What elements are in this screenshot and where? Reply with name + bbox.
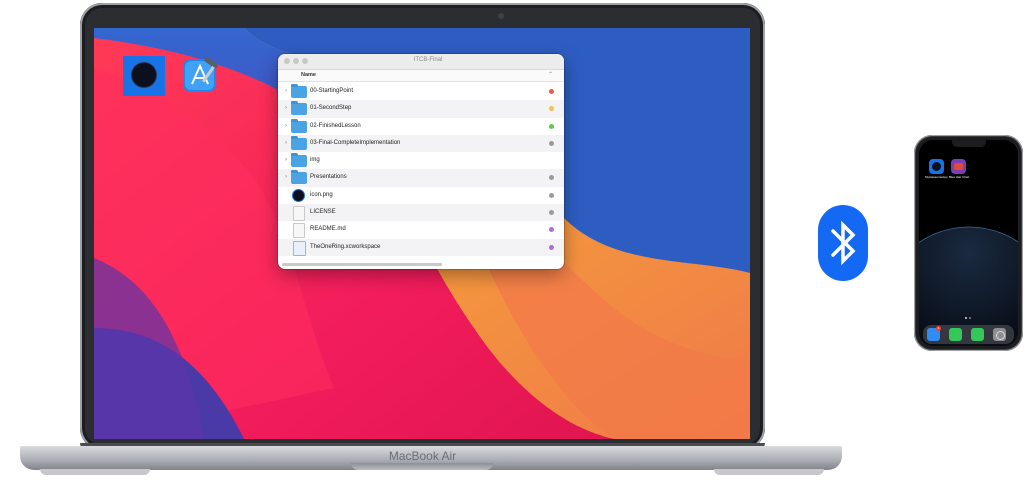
folder-icon: [291, 153, 307, 168]
tag-dot: [549, 192, 554, 198]
file-name: icon.png: [310, 191, 333, 198]
disclosure-chevron-icon[interactable]: ›: [285, 174, 287, 180]
list-item[interactable]: › 02-FinishedLesson: [278, 118, 564, 135]
bluetooth-badge: [818, 205, 868, 281]
xcode-glyph-icon: [183, 57, 218, 92]
messages-icon[interactable]: [971, 328, 984, 341]
mail-icon[interactable]: 1: [927, 326, 941, 341]
column-header[interactable]: Name ⌃: [278, 70, 564, 82]
xcode-icon[interactable]: [180, 56, 222, 96]
dock: 1: [923, 325, 1014, 344]
tag-dot: [549, 123, 554, 129]
list-item[interactable]: LICENSE: [278, 204, 564, 222]
notification-badge: 1: [936, 326, 941, 331]
xcworkspace-icon: [293, 240, 306, 256]
tag-dot: [549, 175, 554, 181]
disclosure-chevron-icon[interactable]: ›: [285, 123, 287, 129]
window-title: ITCB-Final: [413, 57, 443, 63]
list-item[interactable]: › img: [278, 152, 564, 169]
file-name: TheOneRing.xcworkspace: [310, 243, 381, 250]
bluetooth-icon: [831, 220, 856, 266]
app-icon[interactable]: [123, 56, 165, 96]
settings-icon[interactable]: [993, 328, 1006, 341]
name-column-header[interactable]: Name: [301, 72, 316, 78]
close-button[interactable]: [284, 58, 290, 64]
myawesomeapp-icon[interactable]: [929, 159, 944, 174]
macbook-model-label: MacBook Air: [388, 449, 457, 463]
horizontal-scrollbar[interactable]: [282, 263, 442, 266]
disclosure-chevron-icon[interactable]: ›: [285, 140, 287, 146]
camera: [498, 13, 504, 19]
file-name: 01-SecondStep: [310, 105, 352, 112]
foot-right: [714, 469, 824, 475]
file-name: Presentations: [310, 174, 347, 181]
iphone-screen: MyAwesomeApp Blue Hair Chief 1: [919, 140, 1018, 346]
lid-opening-notch: [351, 463, 493, 470]
tag-dot: [549, 244, 554, 250]
ring-glyph-icon: [132, 63, 156, 87]
file-name: README.md: [310, 226, 346, 233]
tag-dot: [549, 227, 554, 233]
file-name: 02-FinishedLesson: [310, 122, 361, 129]
list-item[interactable]: README.md: [278, 221, 564, 239]
file-list: › 00-StartingPoint › 01-SecondStep › 02-…: [278, 83, 564, 256]
disclosure-chevron-icon[interactable]: ›: [285, 105, 287, 111]
zoom-button[interactable]: [302, 58, 308, 64]
tag-dot: [549, 106, 554, 112]
folder-icon: [291, 170, 307, 185]
game-app-icon[interactable]: [951, 159, 966, 174]
disclosure-chevron-icon[interactable]: ›: [285, 157, 287, 163]
image-file-icon: [293, 189, 304, 201]
folder-icon: [291, 135, 307, 150]
phone-icon[interactable]: [949, 328, 962, 341]
list-item[interactable]: icon.png: [278, 187, 564, 204]
file-name: 00-StartingPoint: [310, 88, 354, 94]
tag-dot: [549, 140, 554, 146]
document-icon: [293, 206, 305, 222]
foot-left: [40, 469, 150, 475]
minimize-button[interactable]: [293, 58, 299, 64]
list-item[interactable]: › 03-Final-CompleteImplementation: [278, 134, 564, 153]
list-item[interactable]: › Presentations: [278, 169, 564, 187]
file-name: LICENSE: [310, 209, 336, 216]
list-item[interactable]: TheOneRing.xcworkspace: [278, 238, 564, 256]
tag-dot: [549, 210, 554, 216]
page-dots: [965, 317, 973, 319]
app-label: Blue Hair Chief: [949, 175, 970, 179]
file-name: 03-Final-CompleteImplementation: [310, 139, 401, 146]
title-bar[interactable]: ITCB-Final: [278, 54, 564, 70]
finder-window[interactable]: ITCB-Final Name ⌃ › 00-StartingPoint › 0…: [278, 54, 564, 269]
disclosure-chevron-icon[interactable]: ›: [285, 88, 287, 94]
list-item[interactable]: › 00-StartingPoint: [278, 83, 564, 100]
folder-icon: [291, 101, 307, 116]
folder-icon: [291, 84, 307, 98]
file-name: img: [310, 157, 320, 164]
markdown-file-icon: [293, 223, 305, 239]
app-label: MyAwesomeApp: [925, 175, 948, 179]
list-item[interactable]: › 01-SecondStep: [278, 100, 564, 118]
sort-chevron-icon[interactable]: ⌃: [548, 71, 553, 78]
tag-dot: [549, 89, 554, 94]
folder-icon: [291, 118, 307, 133]
